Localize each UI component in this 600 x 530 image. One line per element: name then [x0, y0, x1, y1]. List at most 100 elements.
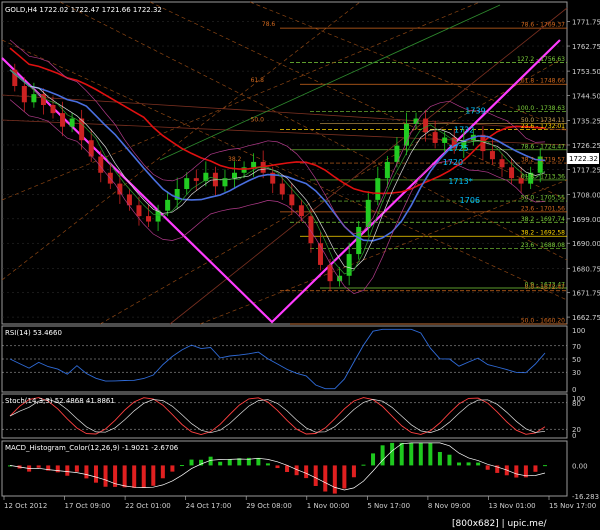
- candle-body: [69, 118, 75, 127]
- candle-body: [289, 194, 295, 206]
- candle-body: [356, 226, 362, 255]
- macd-bar: [227, 459, 232, 466]
- macd-bar: [466, 462, 471, 466]
- candle-body: [375, 178, 381, 200]
- macd-tick-label: 0.00: [572, 462, 588, 470]
- candle-body: [298, 205, 304, 217]
- macd-bar: [170, 465, 175, 472]
- candle-body: [146, 216, 152, 222]
- fib-level-label: 50.0 - 1660.20: [521, 318, 565, 325]
- price-tick-label: 1680.75: [572, 265, 600, 273]
- time-tick-label: 29 Oct 08:00: [246, 502, 292, 510]
- chart-window: 78.6 - 1769.37 127.2 - 1756.63 61.8 - 1748…: [0, 0, 600, 530]
- fib-level-label: 78.6 - 1769.37: [521, 22, 565, 29]
- price-tick-label: 1708.00: [572, 191, 600, 199]
- candle-body: [308, 216, 314, 244]
- macd-bar: [179, 465, 184, 467]
- price-tick-label: 1762.75: [572, 43, 600, 51]
- macd-bar: [218, 461, 223, 466]
- macd-bar: [342, 465, 347, 489]
- macd-bar: [418, 442, 423, 466]
- macd-title: MACD_Histogram_Color(12,26,9) -1.9021 -2…: [5, 444, 179, 452]
- macd-bar: [65, 465, 70, 476]
- price-tick-label: 1671.75: [572, 290, 600, 298]
- macd-bar: [457, 462, 462, 466]
- price-tick-label: 1699.00: [572, 216, 600, 224]
- current-price-tag: 1722.32: [567, 153, 599, 164]
- time-tick-label: 15 Nov 17:00: [549, 502, 596, 510]
- time-axis: 12 Oct 2012 17 Oct 09:00 22 Oct 01:00 24 Oc…: [3, 496, 596, 510]
- price-annotation: 1739: [465, 106, 485, 115]
- price-tick-label: 1744.50: [572, 93, 600, 101]
- candle-body: [165, 199, 171, 211]
- macd-axis: 0.00 -16.283: [572, 462, 599, 501]
- candle-body: [499, 159, 505, 168]
- rsi-tick-label: 30: [572, 369, 581, 377]
- watermark: [800x682] | upic.me/: [448, 515, 600, 530]
- price-tick-label: 1717.25: [572, 166, 600, 174]
- fib-mark-label: 78.6: [262, 21, 276, 28]
- macd-bar: [371, 453, 376, 466]
- macd-bar: [160, 465, 165, 479]
- macd-bar: [399, 442, 404, 466]
- time-tick-label: 5 Nov 17:00: [367, 502, 410, 510]
- candle-body: [50, 104, 56, 114]
- price-annotation: 1720: [443, 158, 463, 167]
- candle-body: [489, 151, 495, 160]
- macd-bar: [93, 465, 98, 483]
- fib-mark-label: 61.8: [251, 77, 265, 84]
- price-annotation: 1713*: [448, 177, 472, 186]
- rsi-panel: RSI(14) 53.4660 100 70 50 30 0: [1, 325, 585, 394]
- candle-body: [60, 113, 66, 127]
- macd-bar: [390, 442, 395, 466]
- candle-body: [442, 137, 448, 143]
- fib-level-label: 100.0 - 1738.63: [517, 105, 565, 112]
- macd-bar: [409, 442, 414, 466]
- price-annotation: 1706: [460, 196, 480, 205]
- macd-bar: [151, 465, 156, 486]
- macd-bar: [141, 465, 146, 488]
- candle-body: [21, 86, 27, 103]
- watermark-text: [800x682] | upic.me/: [452, 519, 547, 529]
- price-panel: 78.6 - 1769.37 127.2 - 1756.63 61.8 - 1748…: [1, 1, 600, 325]
- macd-bar: [256, 457, 261, 466]
- macd-bar: [55, 465, 60, 473]
- macd-bar: [189, 459, 194, 466]
- price-tick-label: 1753.50: [572, 68, 600, 76]
- fib-level-label: 61.8 - 1713.36: [521, 173, 565, 180]
- fib-level-label: 23.6 - 1732.01: [521, 123, 565, 130]
- chart-canvas: 78.6 - 1769.37 127.2 - 1756.63 61.8 - 1748…: [1, 1, 600, 530]
- price-tick-label: 1771.75: [572, 19, 600, 27]
- price-tick-label: 1690.00: [572, 240, 600, 248]
- stoch-axis: 10080200: [572, 395, 585, 440]
- macd-bar: [265, 463, 270, 466]
- time-tick-label: 22 Oct 01:00: [125, 502, 171, 510]
- macd-bar: [332, 465, 337, 494]
- rsi-tick-label: 100: [572, 327, 585, 335]
- stoch-title: Stoch(14,3,3) 52.4868 41.8861: [5, 397, 115, 405]
- fib-level-label: 38.2 - 1697.74: [521, 216, 565, 223]
- macd-bar: [36, 465, 41, 468]
- macd-tick-label: -16.283: [572, 493, 599, 501]
- current-price-label: 1722.32: [569, 155, 598, 163]
- macd-bar: [285, 465, 290, 472]
- time-tick-label: 8 Nov 09:00: [428, 502, 471, 510]
- rsi-tick-label: 70: [572, 343, 581, 351]
- macd-panel: MACD_Histogram_Color(12,26,9) -1.9021 -2…: [1, 440, 599, 501]
- macd-bar: [428, 443, 433, 466]
- price-tick-label: 1735.25: [572, 118, 600, 126]
- price-annotation: 1725: [448, 144, 468, 153]
- macd-bar: [313, 465, 318, 486]
- candle-body: [184, 178, 190, 190]
- candle-body: [327, 264, 333, 282]
- stoch-tick-label: 0: [572, 432, 576, 440]
- macd-bar: [447, 454, 452, 466]
- fib-level-label: 23.6 - 1688.08: [521, 242, 565, 249]
- macd-bar: [476, 462, 481, 466]
- macd-bar: [275, 465, 280, 469]
- candle-body: [509, 167, 515, 179]
- fib-level-label: 78.6 - 1724.47: [521, 143, 565, 150]
- fib-level-label: 38.2 - 1692.58: [521, 230, 565, 237]
- macd-bar: [323, 465, 328, 492]
- macd-bar: [543, 465, 547, 467]
